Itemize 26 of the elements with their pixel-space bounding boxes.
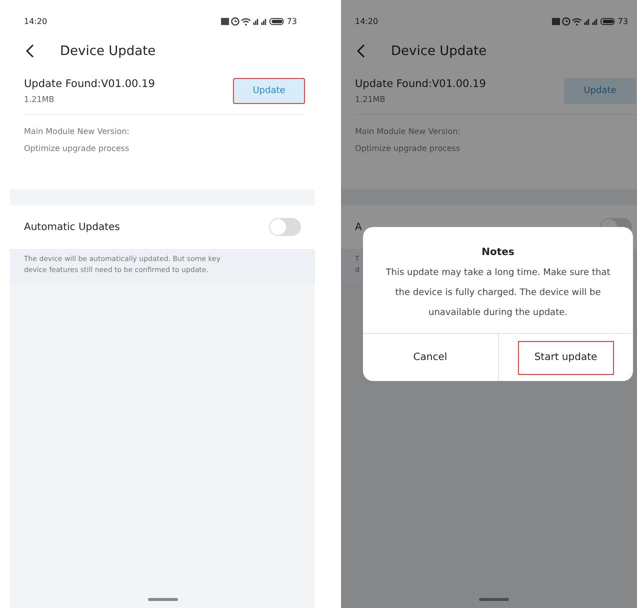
release-note: Optimize upgrade process — [355, 144, 462, 153]
update-size: 1.21MB — [355, 95, 386, 104]
home-indicator[interactable] — [148, 598, 178, 601]
status-icons-drawing — [552, 16, 616, 26]
battery-level: 73 — [618, 16, 628, 26]
release-note: Main Module New Version: — [355, 127, 462, 136]
update-version: Update Found:V01.00.19 — [355, 78, 486, 90]
status-icons-drawing — [220, 16, 285, 26]
page-title: Device Update — [391, 44, 487, 58]
status-time: 14:20 — [355, 16, 378, 26]
update-version: Update Found:V01.00.19 — [24, 78, 155, 90]
dialog-message: This update may take a long time. Make sure that the device is fully charged. The device will be unavailable during the update. — [385, 267, 611, 320]
back-icon[interactable] — [357, 44, 365, 58]
back-icon[interactable] — [26, 44, 34, 58]
status-time: 14:20 — [24, 16, 48, 26]
battery-level: 73 — [286, 16, 297, 26]
auto-update-toggle[interactable] — [269, 218, 301, 236]
home-indicator[interactable] — [478, 598, 508, 601]
release-note: Optimize upgrade process — [24, 144, 130, 153]
setting-label: Automatic Updates — [24, 222, 120, 232]
setting-label: A — [355, 222, 362, 232]
release-note: Main Module New Version: — [24, 127, 130, 136]
dialog-button[interactable]: Start update — [518, 340, 614, 374]
update-size: 1.21MB — [24, 95, 56, 104]
dialog-title: Notes — [482, 247, 514, 258]
page-title: Device Update — [60, 44, 156, 58]
